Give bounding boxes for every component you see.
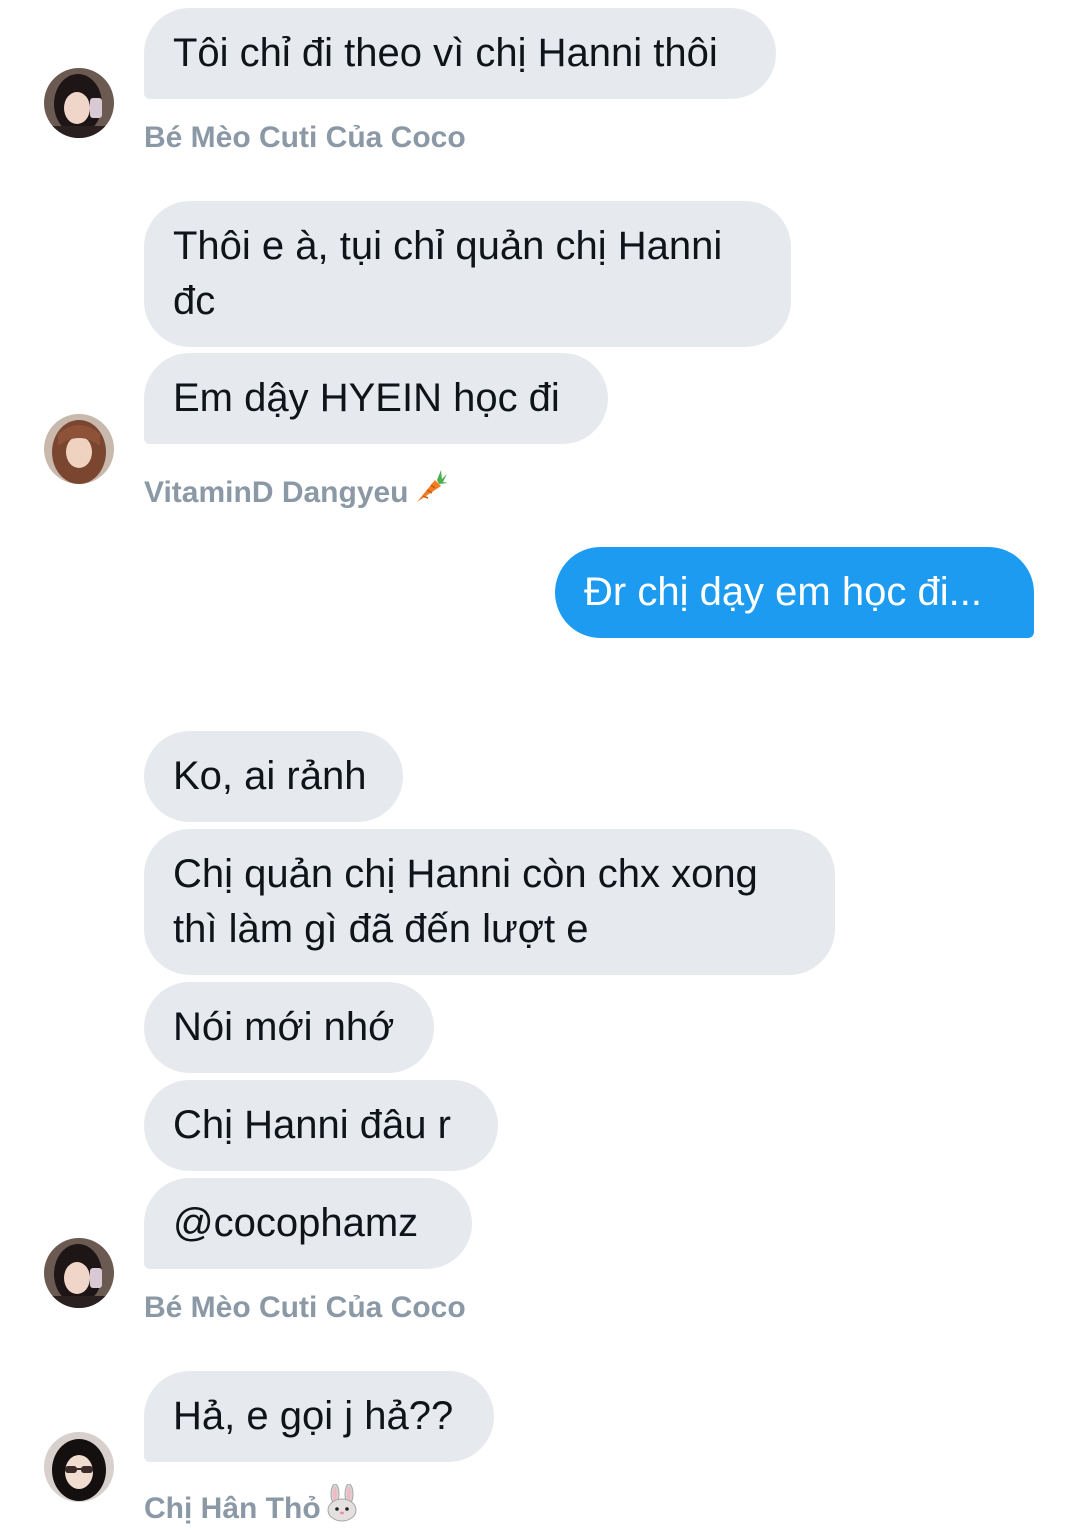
received-message-bubble[interactable]: Tôi chỉ đi theo vì chị Hanni thôi: [144, 8, 776, 99]
sender-name[interactable]: Chị Hân Thỏ: [144, 1483, 361, 1530]
avatar-dark-hair-selfie: [44, 68, 114, 138]
avatar-auburn-hair: [44, 414, 114, 484]
avatar[interactable]: [44, 68, 114, 138]
avatar[interactable]: [44, 414, 114, 484]
sender-name[interactable]: Bé Mèo Cuti Của Coco: [144, 1291, 466, 1325]
rabbit-icon: [323, 1483, 361, 1530]
received-message-bubble[interactable]: Chị Hanni đâu r: [144, 1080, 498, 1171]
received-message-bubble[interactable]: @cocophamz: [144, 1178, 472, 1269]
received-message-bubble[interactable]: Thôi e à, tụi chỉ quản chị Hanni đc: [144, 201, 791, 347]
avatar[interactable]: [44, 1238, 114, 1308]
received-message-bubble[interactable]: Chị quản chị Hanni còn chx xong thì làm …: [144, 829, 835, 975]
sent-message-bubble[interactable]: Đr chị dạy em học đi...: [555, 547, 1034, 638]
received-message-bubble[interactable]: Nói mới nhớ: [144, 982, 434, 1073]
sender-name[interactable]: VitaminD Dangyeu: [144, 468, 449, 514]
sender-name[interactable]: Bé Mèo Cuti Của Coco: [144, 121, 466, 155]
sender-name-text: VitaminD Dangyeu: [144, 476, 409, 509]
received-message-bubble[interactable]: Hả, e gọi j hả??: [144, 1371, 494, 1462]
sender-name-text: Chị Hân Thỏ: [144, 1492, 321, 1525]
avatar-dark-hair-selfie: [44, 1238, 114, 1308]
avatar[interactable]: [44, 1432, 114, 1502]
received-message-bubble[interactable]: Ko, ai rảnh: [144, 731, 403, 822]
received-message-bubble[interactable]: Em dậy HYEIN học đi: [144, 353, 608, 444]
carrot-icon: [411, 468, 449, 514]
avatar-sunglasses: [44, 1432, 114, 1502]
